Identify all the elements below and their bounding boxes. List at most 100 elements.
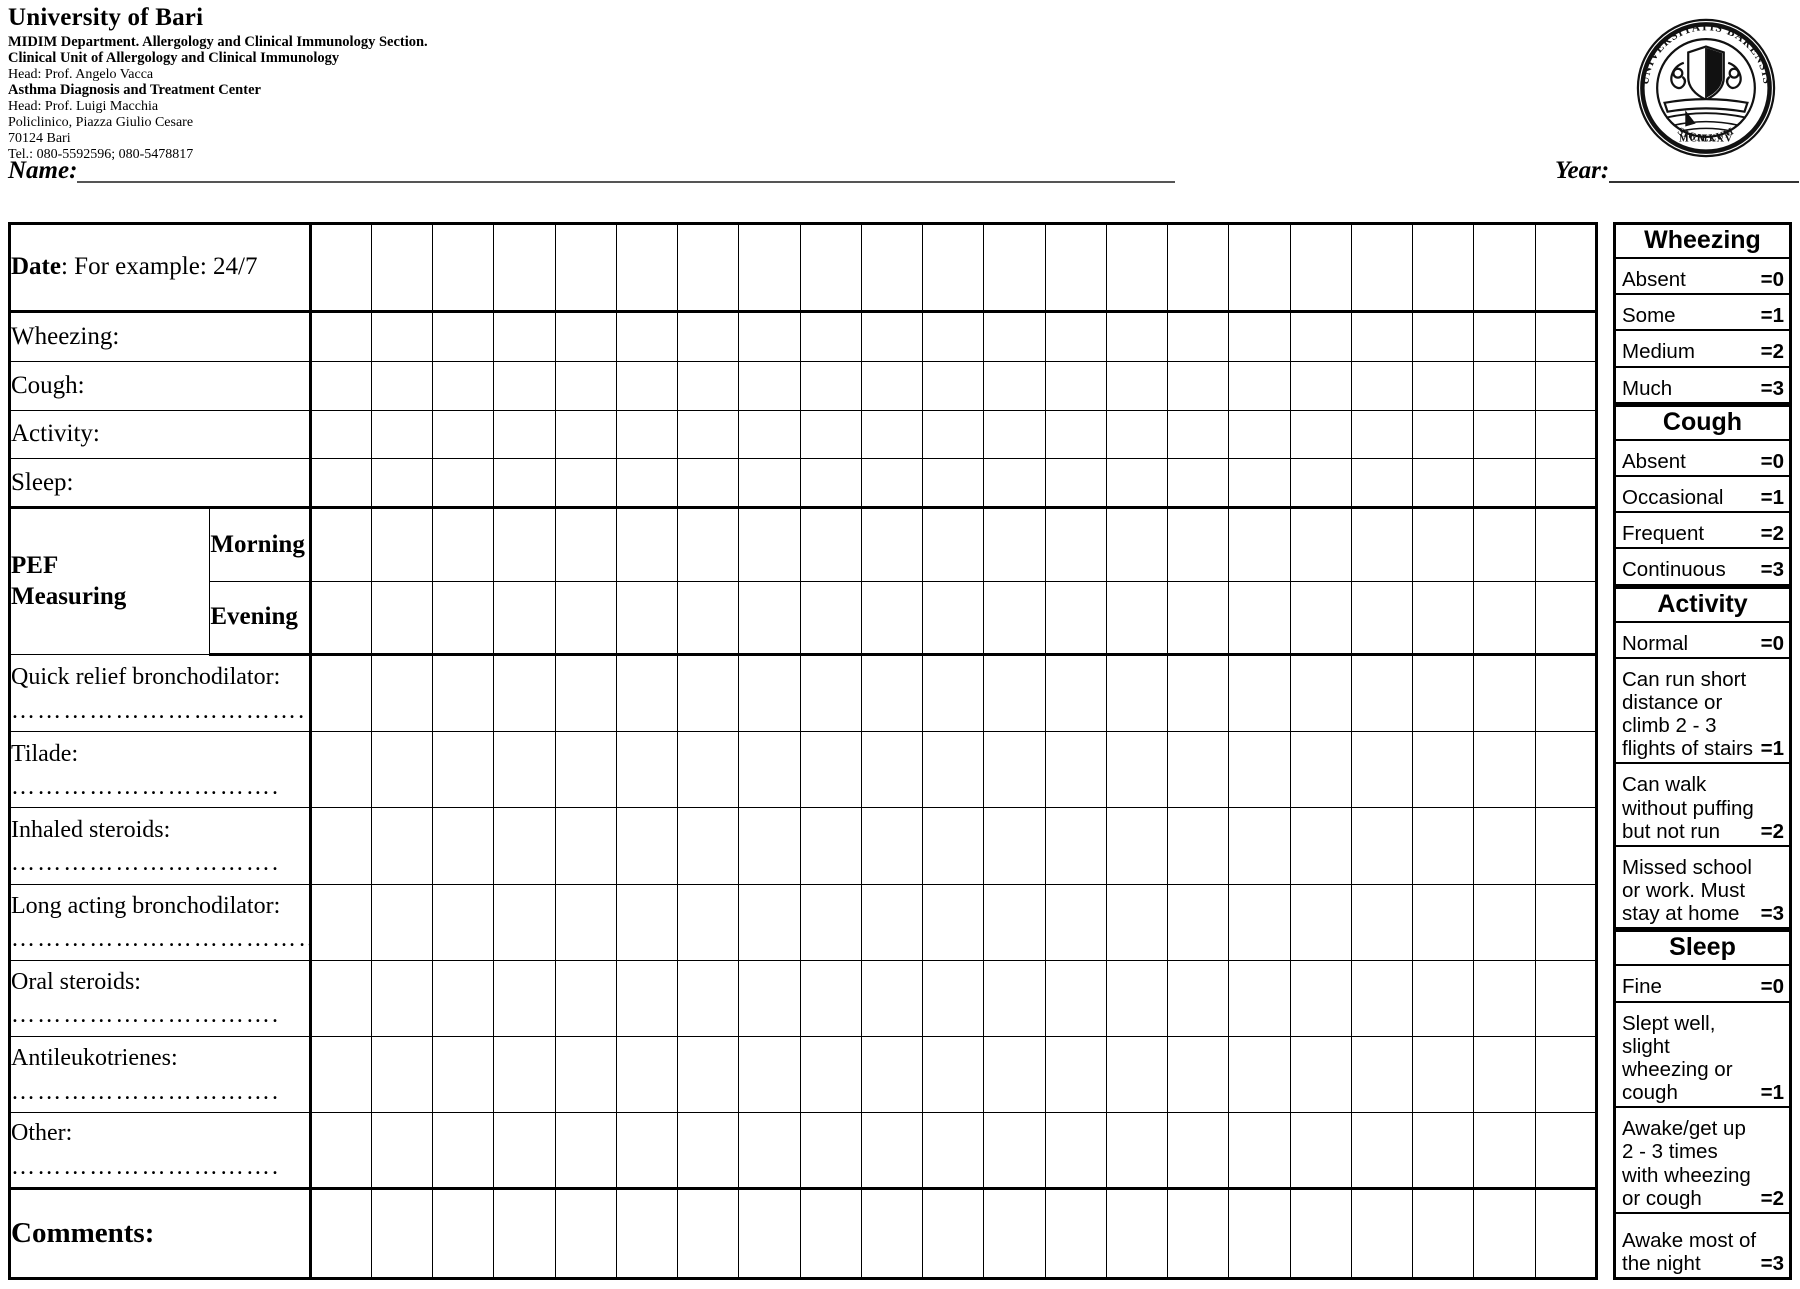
diary-entry-cell[interactable] <box>677 1111 740 1190</box>
diary-entry-cell[interactable] <box>1167 1187 1230 1280</box>
diary-entry-cell[interactable] <box>738 360 801 411</box>
diary-entry-cell[interactable] <box>983 310 1046 362</box>
diary-entry-cell[interactable] <box>370 458 434 509</box>
diary-entry-cell[interactable] <box>493 1111 556 1190</box>
diary-entry-cell[interactable] <box>554 310 617 362</box>
diary-entry-cell[interactable] <box>1473 959 1536 1037</box>
diary-entry-cell[interactable] <box>615 807 679 885</box>
diary-entry-cell[interactable] <box>554 1187 617 1280</box>
diary-entry-cell[interactable] <box>1167 223 1230 313</box>
diary-entry-cell[interactable] <box>1473 310 1536 362</box>
diary-entry-cell[interactable] <box>1412 223 1475 313</box>
diary-entry-cell[interactable] <box>432 506 495 582</box>
diary-entry-cell[interactable] <box>983 883 1046 961</box>
diary-entry-cell[interactable] <box>860 310 924 362</box>
diary-entry-cell[interactable] <box>1350 580 1414 657</box>
diary-entry-cell[interactable] <box>493 360 556 411</box>
diary-entry-cell[interactable] <box>309 1035 372 1113</box>
diary-entry-cell[interactable] <box>1289 731 1352 809</box>
diary-entry-cell[interactable] <box>1534 409 1598 460</box>
diary-entry-cell[interactable] <box>799 409 862 460</box>
diary-entry-cell[interactable] <box>1228 506 1291 582</box>
diary-entry-cell[interactable] <box>922 1111 985 1190</box>
diary-entry-cell[interactable] <box>983 731 1046 809</box>
diary-entry-cell[interactable] <box>432 731 495 809</box>
diary-entry-cell[interactable] <box>1044 223 1107 313</box>
diary-entry-cell[interactable] <box>922 807 985 885</box>
diary-entry-cell[interactable] <box>860 1187 924 1280</box>
diary-entry-cell[interactable] <box>677 654 740 733</box>
diary-entry-cell[interactable] <box>554 959 617 1037</box>
diary-entry-cell[interactable] <box>1350 360 1414 411</box>
diary-entry-cell[interactable] <box>309 883 372 961</box>
diary-entry-cell[interactable] <box>554 580 617 657</box>
diary-entry-cell[interactable] <box>1412 1187 1475 1280</box>
diary-entry-cell[interactable] <box>1289 223 1352 313</box>
diary-entry-cell[interactable] <box>1044 458 1107 509</box>
diary-entry-cell[interactable] <box>370 1187 434 1280</box>
med-dotted-line[interactable]: …………………………. <box>11 1155 307 1179</box>
diary-entry-cell[interactable] <box>432 223 495 313</box>
diary-entry-cell[interactable] <box>738 1111 801 1190</box>
diary-entry-cell[interactable] <box>1105 580 1169 657</box>
diary-entry-cell[interactable] <box>370 883 434 961</box>
diary-entry-cell[interactable] <box>799 654 862 733</box>
diary-entry-cell[interactable] <box>309 959 372 1037</box>
diary-entry-cell[interactable] <box>677 506 740 582</box>
diary-entry-cell[interactable] <box>493 223 556 313</box>
diary-entry-cell[interactable] <box>677 580 740 657</box>
diary-entry-cell[interactable] <box>1228 580 1291 657</box>
diary-entry-cell[interactable] <box>1044 409 1107 460</box>
diary-entry-cell[interactable] <box>309 223 372 313</box>
diary-entry-cell[interactable] <box>1412 807 1475 885</box>
diary-entry-cell[interactable] <box>799 959 862 1037</box>
diary-entry-cell[interactable] <box>1289 807 1352 885</box>
diary-entry-cell[interactable] <box>1534 580 1598 657</box>
diary-entry-cell[interactable] <box>799 1187 862 1280</box>
med-dotted-line[interactable]: ……………………………. <box>11 699 307 723</box>
diary-entry-cell[interactable] <box>493 310 556 362</box>
diary-entry-cell[interactable] <box>432 883 495 961</box>
diary-entry-cell[interactable] <box>799 731 862 809</box>
diary-entry-cell[interactable] <box>1167 807 1230 885</box>
diary-entry-cell[interactable] <box>1044 310 1107 362</box>
diary-entry-cell[interactable] <box>983 223 1046 313</box>
diary-entry-cell[interactable] <box>1412 654 1475 733</box>
diary-entry-cell[interactable] <box>922 458 985 509</box>
diary-entry-cell[interactable] <box>1412 1035 1475 1113</box>
diary-entry-cell[interactable] <box>1289 409 1352 460</box>
diary-entry-cell[interactable] <box>1534 883 1598 961</box>
diary-entry-cell[interactable] <box>554 506 617 582</box>
diary-entry-cell[interactable] <box>1105 654 1169 733</box>
diary-entry-cell[interactable] <box>1044 807 1107 885</box>
diary-entry-cell[interactable] <box>1412 959 1475 1037</box>
diary-entry-cell[interactable] <box>615 1035 679 1113</box>
diary-entry-cell[interactable] <box>738 458 801 509</box>
diary-entry-cell[interactable] <box>1534 731 1598 809</box>
diary-entry-cell[interactable] <box>1350 807 1414 885</box>
med-dotted-line[interactable]: ………………………………… <box>11 927 307 951</box>
diary-entry-cell[interactable] <box>1412 409 1475 460</box>
diary-entry-cell[interactable] <box>1228 1111 1291 1190</box>
diary-entry-cell[interactable] <box>1350 458 1414 509</box>
diary-entry-cell[interactable] <box>922 654 985 733</box>
diary-entry-cell[interactable] <box>1350 506 1414 582</box>
diary-entry-cell[interactable] <box>860 1111 924 1190</box>
diary-entry-cell[interactable] <box>922 1187 985 1280</box>
diary-entry-cell[interactable] <box>615 310 679 362</box>
diary-entry-cell[interactable] <box>1167 959 1230 1037</box>
diary-entry-cell[interactable] <box>1289 1111 1352 1190</box>
diary-entry-cell[interactable] <box>1167 654 1230 733</box>
diary-entry-cell[interactable] <box>922 310 985 362</box>
diary-entry-cell[interactable] <box>1350 654 1414 733</box>
diary-entry-cell[interactable] <box>1105 731 1169 809</box>
diary-entry-cell[interactable] <box>677 731 740 809</box>
diary-entry-cell[interactable] <box>1105 223 1169 313</box>
diary-entry-cell[interactable] <box>432 1187 495 1280</box>
diary-entry-cell[interactable] <box>1289 654 1352 733</box>
diary-entry-cell[interactable] <box>493 458 556 509</box>
diary-entry-cell[interactable] <box>1044 1187 1107 1280</box>
diary-entry-cell[interactable] <box>615 1187 679 1280</box>
diary-entry-cell[interactable] <box>1044 1111 1107 1190</box>
diary-entry-cell[interactable] <box>309 310 372 362</box>
